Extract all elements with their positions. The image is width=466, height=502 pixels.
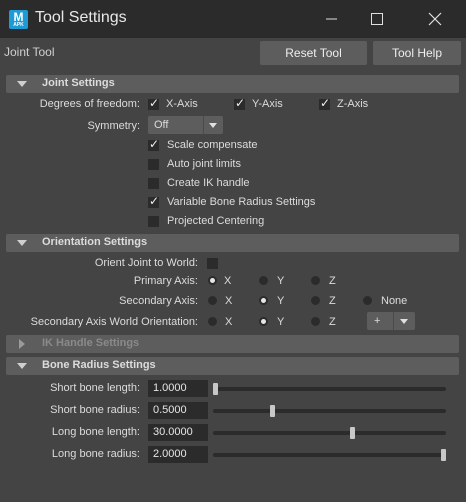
check-icon: ✓ (149, 96, 160, 110)
maximize-icon (371, 13, 383, 25)
secondary-axis-label: Secondary Axis: (119, 295, 198, 307)
auto-joint-limits-checkbox[interactable] (148, 159, 159, 170)
primary-axis-label: Primary Axis: (133, 275, 198, 287)
section-title: IK Handle Settings (42, 337, 140, 349)
short-bone-radius-slider-thumb[interactable] (270, 405, 275, 417)
secondary-axis-z-label: Z (329, 295, 336, 307)
symmetry-dropdown[interactable]: Off (148, 116, 223, 134)
ik-handle-settings-header[interactable]: IK Handle Settings (6, 335, 459, 353)
variable-bone-radius-checkbox[interactable]: ✓ (148, 194, 160, 208)
minimize-icon (326, 18, 337, 20)
long-bone-length-field[interactable]: 30.0000 (148, 424, 208, 441)
long-bone-radius-label: Long bone radius: (51, 448, 140, 460)
projected-centering-label: Projected Centering (167, 215, 265, 227)
secondary-world-x-radio[interactable] (208, 317, 217, 326)
auto-joint-limits-label: Auto joint limits (167, 158, 241, 170)
long-bone-length-slider-thumb[interactable] (350, 427, 355, 439)
dof-z-checkbox[interactable]: ✓ (319, 96, 331, 110)
secondary-axis-y-label: Y (277, 295, 285, 307)
dof-x-label: X-Axis (166, 98, 198, 110)
scale-compensate-label: Scale compensate (167, 139, 258, 151)
dof-x-checkbox[interactable]: ✓ (148, 96, 160, 110)
long-bone-radius-slider-track[interactable] (213, 453, 446, 457)
primary-axis-x-radio[interactable] (208, 276, 217, 285)
scale-compensate-checkbox[interactable]: ✓ (148, 137, 160, 151)
window-title: Tool Settings (35, 9, 127, 26)
close-button[interactable] (412, 4, 458, 34)
bone-radius-settings-header[interactable]: Bone Radius Settings (6, 357, 459, 375)
secondary-world-z-radio[interactable] (311, 317, 320, 326)
secondary-world-x-label: X (225, 316, 233, 328)
primary-axis-z-label: Z (329, 275, 336, 287)
sign-value: + (374, 315, 381, 327)
maximize-button[interactable] (354, 4, 400, 34)
window-bottom-area (0, 470, 466, 502)
dropdown-divider (393, 312, 394, 330)
secondary-world-y-radio[interactable] (259, 317, 268, 326)
section-title: Joint Settings (42, 77, 115, 89)
long-bone-radius-slider-thumb[interactable] (441, 449, 446, 461)
secondary-world-label: Secondary Axis World Orientation: (30, 316, 198, 328)
section-title: Bone Radius Settings (42, 359, 156, 371)
sign-dropdown[interactable]: + (367, 312, 415, 330)
check-icon: ✓ (149, 137, 160, 151)
orientation-settings-header[interactable]: Orientation Settings (6, 234, 459, 252)
tool-name-label: Joint Tool (4, 45, 55, 59)
orient-to-world-label: Orient Joint to World: (94, 257, 198, 269)
dof-y-label: Y-Axis (252, 98, 283, 110)
check-icon: ✓ (235, 96, 246, 110)
dof-y-checkbox[interactable]: ✓ (234, 96, 246, 110)
long-bone-length-slider-track[interactable] (213, 431, 446, 435)
long-bone-length-label: Long bone length: (51, 426, 140, 438)
app-icon-sub: APK (13, 22, 24, 28)
long-bone-radius-field[interactable]: 2.0000 (148, 446, 208, 463)
projected-centering-checkbox[interactable] (148, 216, 159, 227)
short-bone-radius-slider-track[interactable] (213, 409, 446, 413)
short-bone-length-slider-track[interactable] (213, 387, 446, 391)
secondary-axis-z-radio[interactable] (311, 296, 320, 305)
close-icon (428, 12, 442, 26)
collapse-arrow-icon (17, 240, 27, 246)
dof-label: Degrees of freedom: (39, 98, 140, 110)
dropdown-divider (203, 116, 204, 134)
symmetry-label: Symmetry: (87, 120, 140, 132)
maya-app-icon: M APK (9, 10, 28, 29)
short-bone-length-field[interactable]: 1.0000 (148, 380, 208, 397)
primary-axis-y-label: Y (277, 275, 285, 287)
chevron-down-icon (400, 319, 408, 324)
primary-axis-z-radio[interactable] (311, 276, 320, 285)
secondary-axis-y-radio[interactable] (259, 296, 268, 305)
secondary-world-z-label: Z (329, 316, 336, 328)
check-icon: ✓ (320, 96, 331, 110)
collapse-arrow-icon (17, 363, 27, 369)
chevron-down-icon (209, 123, 217, 128)
primary-axis-y-radio[interactable] (259, 276, 268, 285)
check-icon: ✓ (149, 194, 160, 208)
secondary-axis-none-label: None (381, 295, 408, 307)
reset-tool-button[interactable]: Reset Tool (260, 41, 367, 65)
secondary-axis-x-label: X (225, 295, 233, 307)
expand-arrow-icon (19, 339, 25, 349)
secondary-axis-none-radio[interactable] (363, 296, 372, 305)
create-ik-handle-label: Create IK handle (167, 177, 250, 189)
short-bone-radius-label: Short bone radius: (50, 404, 140, 416)
symmetry-value: Off (154, 119, 169, 131)
dof-z-label: Z-Axis (337, 98, 369, 110)
joint-settings-header[interactable]: Joint Settings (6, 75, 459, 93)
secondary-axis-x-radio[interactable] (208, 296, 217, 305)
tool-help-button[interactable]: Tool Help (373, 41, 461, 65)
minimize-button[interactable] (308, 4, 354, 34)
secondary-world-y-label: Y (277, 316, 285, 328)
collapse-arrow-icon (17, 81, 27, 87)
short-bone-radius-field[interactable]: 0.5000 (148, 402, 208, 419)
short-bone-length-label: Short bone length: (50, 382, 140, 394)
primary-axis-x-label: X (224, 275, 232, 287)
orient-to-world-checkbox[interactable] (207, 258, 218, 269)
section-title: Orientation Settings (42, 236, 148, 248)
variable-bone-radius-label: Variable Bone Radius Settings (167, 196, 316, 208)
create-ik-handle-checkbox[interactable] (148, 178, 159, 189)
short-bone-length-slider-thumb[interactable] (213, 383, 218, 395)
